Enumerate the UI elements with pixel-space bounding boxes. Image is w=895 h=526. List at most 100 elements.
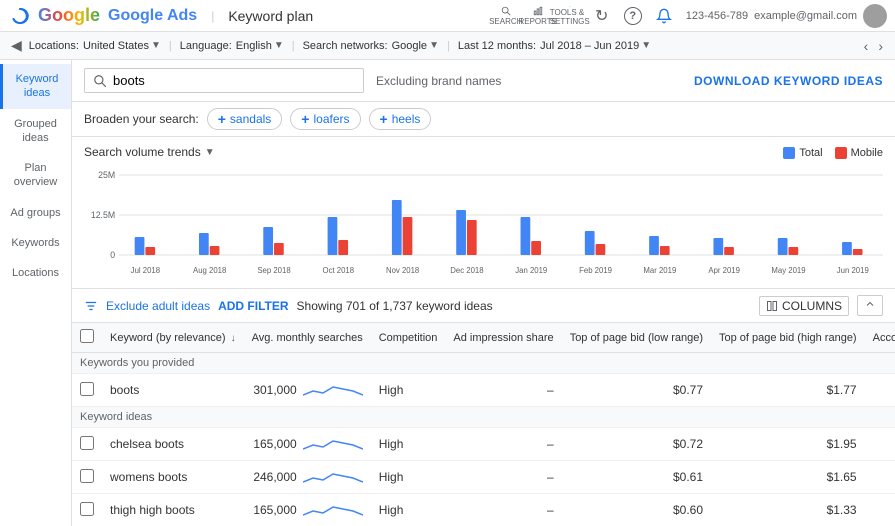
download-keyword-ideas-button[interactable]: DOWNLOAD KEYWORD IDEAS: [694, 74, 883, 88]
excluding-text: Excluding brand names: [376, 74, 501, 88]
google-logo: [8, 4, 32, 28]
search-networks-value: Google: [392, 40, 427, 52]
main-layout: Keyword ideas Grouped ideas Plan overvie…: [0, 60, 895, 526]
legend-total-label: Total: [799, 147, 822, 159]
table-row: chelsea boots 165,000 High – $0.72 $1.95: [72, 428, 895, 461]
legend-mobile-label: Mobile: [851, 147, 883, 159]
refresh-icon[interactable]: ↻: [592, 6, 612, 26]
sidebar-item-keyword-ideas[interactable]: Keyword ideas: [0, 64, 71, 109]
sidebar-item-keywords[interactable]: Keywords: [0, 228, 71, 258]
logo: Google: [8, 4, 100, 28]
prev-arrow[interactable]: ‹: [860, 36, 873, 56]
columns-icon: [766, 300, 778, 312]
account-email: example@gmail.com: [754, 10, 857, 22]
google-text: Google: [38, 5, 100, 26]
account-info: 123-456-789 example@gmail.com: [686, 4, 887, 28]
exclude-adult-ideas-link[interactable]: Exclude adult ideas: [106, 299, 210, 313]
search-icon: [93, 74, 107, 88]
svg-text:Oct 2018: Oct 2018: [323, 266, 355, 275]
cell-bid-low: $0.72: [562, 428, 711, 461]
cell-ad-share: –: [445, 461, 561, 494]
cell-competition: High: [371, 494, 446, 526]
filter-icon: path{stroke:#1a73e8;stroke-width:2;strok…: [84, 299, 98, 313]
chart-dropdown-arrow[interactable]: ▼: [205, 147, 215, 158]
sep3: |: [447, 40, 450, 52]
select-all-checkbox[interactable]: [80, 329, 94, 343]
language-label: Language:: [180, 40, 232, 52]
columns-label: COLUMNS: [782, 299, 842, 313]
cell-competition: High: [371, 374, 446, 407]
svg-text:Jan 2019: Jan 2019: [515, 266, 547, 275]
cell-keyword: chelsea boots: [102, 428, 244, 461]
search-nav-icon[interactable]: SEARCH: [496, 6, 516, 26]
row-checkbox[interactable]: [80, 436, 94, 450]
help-icon[interactable]: ?: [624, 7, 642, 25]
bell-icon[interactable]: [654, 6, 674, 26]
chart-title-row: Search volume trends ▼: [84, 145, 215, 159]
add-filter-button[interactable]: ADD FILTER: [218, 299, 288, 313]
svg-text:Mar 2019: Mar 2019: [643, 266, 676, 275]
keywords-provided-header: Keywords you provided: [72, 353, 895, 374]
language-dropdown[interactable]: English ▼: [236, 40, 284, 52]
th-avg-monthly[interactable]: Avg. monthly searches: [244, 323, 371, 353]
th-account-status[interactable]: Account status: [865, 323, 895, 353]
cell-avg-monthly: 165,000: [244, 428, 371, 461]
chart-svg: 25M 12.5M 0 Jul 2018 Aug 2018: [84, 165, 883, 280]
showing-count-text: Showing 701 of 1,737 keyword ideas: [297, 299, 493, 313]
cell-bid-high: $1.77: [711, 374, 865, 407]
cell-avg-monthly: 165,000: [244, 494, 371, 526]
sidebar-item-ad-groups[interactable]: Ad groups: [0, 198, 71, 228]
th-top-page-bid-high[interactable]: Top of page bid (high range): [711, 323, 865, 353]
sidebar-toggle[interactable]: ◀: [8, 37, 25, 54]
loafers-tag[interactable]: + loafers: [290, 108, 360, 130]
date-range-label: Last 12 months:: [458, 40, 536, 52]
sep2: |: [292, 40, 295, 52]
avatar[interactable]: [863, 4, 887, 28]
locations-value: United States: [83, 40, 149, 52]
th-keyword[interactable]: Keyword (by relevance) ↓: [102, 323, 244, 353]
th-competition[interactable]: Competition: [371, 323, 446, 353]
date-range-dropdown[interactable]: Jul 2018 – Jun 2019 ▼: [540, 40, 651, 52]
legend-total: Total: [783, 147, 822, 159]
broaden-label: Broaden your search:: [84, 112, 199, 126]
svg-text:Jun 2019: Jun 2019: [837, 266, 869, 275]
search-input[interactable]: [113, 73, 355, 88]
broaden-row: Broaden your search: + sandals + loafers…: [72, 102, 895, 137]
locations-label: Locations:: [29, 40, 79, 52]
sidebar-item-locations[interactable]: Locations: [0, 258, 71, 288]
sidebar-item-grouped-ideas[interactable]: Grouped ideas: [0, 109, 71, 154]
next-arrow[interactable]: ›: [874, 36, 887, 56]
content-area: Excluding brand names DOWNLOAD KEYWORD I…: [72, 60, 895, 526]
table-header-row: Keyword (by relevance) ↓ Avg. monthly se…: [72, 323, 895, 353]
th-ad-impression-share[interactable]: Ad impression share: [445, 323, 561, 353]
date-nav-arrows: ‹ ›: [860, 36, 887, 56]
th-top-page-bid-low[interactable]: Top of page bid (low range): [562, 323, 711, 353]
chart-title: Search volume trends: [84, 145, 201, 159]
keyword-ideas-header: Keyword ideas: [72, 407, 895, 428]
locations-dropdown[interactable]: United States ▼: [83, 40, 161, 52]
account-number: 123-456-789: [686, 10, 748, 22]
expand-button[interactable]: [857, 295, 883, 316]
reports-nav-icon[interactable]: REPORTS: [528, 6, 548, 26]
row-checkbox[interactable]: [80, 469, 94, 483]
sandals-tag[interactable]: + sandals: [207, 108, 283, 130]
cell-account-status: [865, 494, 895, 526]
search-box: [84, 68, 364, 93]
legend-mobile-dot: [835, 147, 847, 159]
columns-button[interactable]: COLUMNS: [759, 296, 849, 316]
language-value: English: [236, 40, 272, 52]
keywords-table: Keyword (by relevance) ↓ Avg. monthly se…: [72, 323, 895, 526]
tools-nav-icon[interactable]: TOOLS & SETTINGS: [560, 6, 580, 26]
legend-total-dot: [783, 147, 795, 159]
cell-keyword: boots: [102, 374, 244, 407]
chart-section: Search volume trends ▼ Total Mobile: [72, 137, 895, 289]
row-checkbox[interactable]: [80, 382, 94, 396]
heels-tag[interactable]: + heels: [369, 108, 432, 130]
sidebar-item-plan-overview[interactable]: Plan overview: [0, 153, 71, 198]
svg-text:Sep 2018: Sep 2018: [257, 266, 291, 275]
second-bar: ◀ Locations: United States ▼ | Language:…: [0, 32, 895, 60]
svg-text:Jul 2018: Jul 2018: [131, 266, 161, 275]
row-checkbox[interactable]: [80, 502, 94, 516]
search-networks-dropdown[interactable]: Google ▼: [392, 40, 439, 52]
search-row: Excluding brand names DOWNLOAD KEYWORD I…: [72, 60, 895, 102]
